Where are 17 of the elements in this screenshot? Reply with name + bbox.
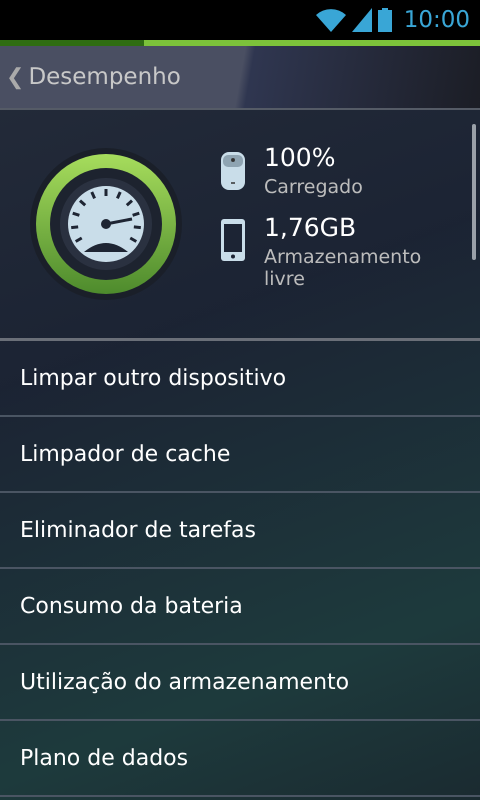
- stat-value: 1,76GB: [264, 212, 358, 242]
- clock: 10:00: [404, 7, 470, 33]
- menu-item[interactable]: Utilização do armazenamento: [0, 645, 480, 721]
- menu-item[interactable]: Consumo da bateria: [0, 569, 480, 645]
- menu-item[interactable]: Plano de dados: [0, 721, 480, 797]
- wifi-icon: [316, 8, 346, 32]
- stat-value: 100%: [264, 142, 336, 172]
- stat-label: Carregado: [264, 176, 364, 199]
- battery-icon: [378, 8, 392, 32]
- phone-icon: [218, 218, 248, 261]
- menu-item[interactable]: Limpar outro dispositivo: [0, 341, 480, 417]
- menu-item[interactable]: Eliminador de tarefas: [0, 493, 480, 569]
- menu-item[interactable]: Limpador de cache: [0, 417, 480, 493]
- screen-title: Desempenho: [28, 64, 181, 90]
- back-button[interactable]: ❮: [0, 64, 28, 90]
- stat-label: Armazenamento livre: [264, 246, 422, 292]
- signal-icon: [352, 8, 372, 32]
